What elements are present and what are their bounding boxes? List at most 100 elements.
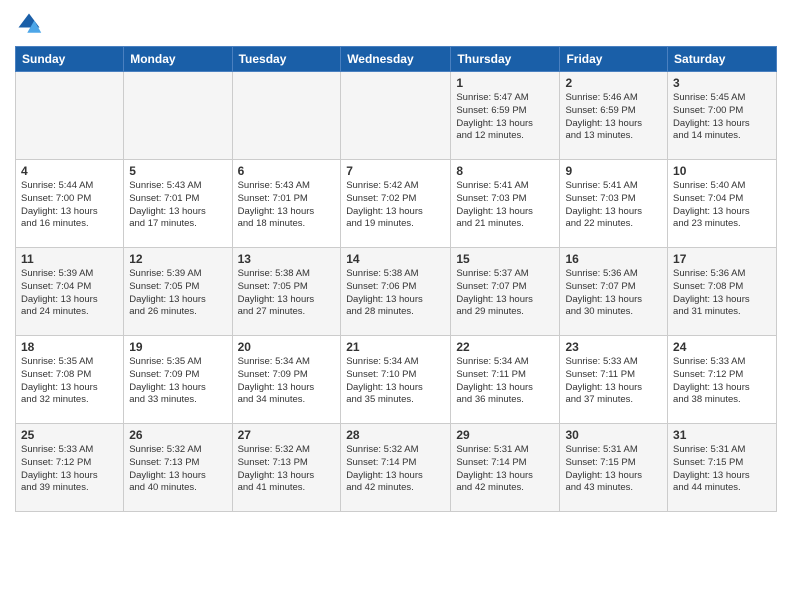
day-info: and 32 minutes. [21, 394, 118, 407]
day-info: Sunrise: 5:42 AM [346, 180, 445, 193]
day-info: Sunrise: 5:34 AM [238, 356, 336, 369]
day-info: and 16 minutes. [21, 218, 118, 231]
day-number: 30 [565, 428, 662, 442]
logo [15, 10, 47, 38]
day-info: Sunrise: 5:43 AM [238, 180, 336, 193]
day-info: and 31 minutes. [673, 306, 771, 319]
day-info: Sunrise: 5:43 AM [129, 180, 226, 193]
day-info: and 33 minutes. [129, 394, 226, 407]
day-info: Sunset: 7:07 PM [456, 281, 554, 294]
day-info: Sunset: 7:05 PM [238, 281, 336, 294]
calendar-cell [341, 72, 451, 160]
day-info: Daylight: 13 hours [129, 206, 226, 219]
calendar-cell: 19Sunrise: 5:35 AMSunset: 7:09 PMDayligh… [124, 336, 232, 424]
day-info: Daylight: 13 hours [565, 294, 662, 307]
day-number: 8 [456, 164, 554, 178]
weekday-header-thursday: Thursday [451, 47, 560, 72]
day-info: Daylight: 13 hours [565, 118, 662, 131]
calendar-cell: 21Sunrise: 5:34 AMSunset: 7:10 PMDayligh… [341, 336, 451, 424]
day-info: Sunrise: 5:41 AM [565, 180, 662, 193]
day-number: 20 [238, 340, 336, 354]
calendar-cell [232, 72, 341, 160]
day-info: and 14 minutes. [673, 130, 771, 143]
day-number: 6 [238, 164, 336, 178]
day-info: Daylight: 13 hours [565, 382, 662, 395]
day-info: Sunrise: 5:31 AM [565, 444, 662, 457]
calendar-cell: 8Sunrise: 5:41 AMSunset: 7:03 PMDaylight… [451, 160, 560, 248]
day-number: 21 [346, 340, 445, 354]
day-info: Sunset: 7:14 PM [346, 457, 445, 470]
day-info: Daylight: 13 hours [456, 470, 554, 483]
day-info: Sunrise: 5:37 AM [456, 268, 554, 281]
day-info: Sunrise: 5:35 AM [129, 356, 226, 369]
calendar-cell: 11Sunrise: 5:39 AMSunset: 7:04 PMDayligh… [16, 248, 124, 336]
day-number: 18 [21, 340, 118, 354]
day-info: Daylight: 13 hours [456, 382, 554, 395]
day-info: Daylight: 13 hours [456, 118, 554, 131]
day-info: and 13 minutes. [565, 130, 662, 143]
day-info: Sunset: 7:00 PM [21, 193, 118, 206]
day-info: Sunset: 7:05 PM [129, 281, 226, 294]
day-info: Sunrise: 5:39 AM [21, 268, 118, 281]
day-info: Sunrise: 5:31 AM [673, 444, 771, 457]
day-info: Sunrise: 5:36 AM [565, 268, 662, 281]
day-info: and 42 minutes. [456, 482, 554, 495]
calendar-cell: 24Sunrise: 5:33 AMSunset: 7:12 PMDayligh… [668, 336, 777, 424]
day-info: Daylight: 13 hours [673, 470, 771, 483]
day-number: 26 [129, 428, 226, 442]
day-info: Daylight: 13 hours [346, 206, 445, 219]
day-info: Sunset: 7:08 PM [21, 369, 118, 382]
day-info: Sunset: 7:11 PM [565, 369, 662, 382]
day-info: Sunset: 7:15 PM [565, 457, 662, 470]
weekday-header-row: SundayMondayTuesdayWednesdayThursdayFrid… [16, 47, 777, 72]
day-number: 19 [129, 340, 226, 354]
day-info: Daylight: 13 hours [673, 206, 771, 219]
day-info: Daylight: 13 hours [346, 382, 445, 395]
day-info: Sunset: 7:11 PM [456, 369, 554, 382]
day-info: and 35 minutes. [346, 394, 445, 407]
day-info: Daylight: 13 hours [238, 382, 336, 395]
calendar-cell: 2Sunrise: 5:46 AMSunset: 6:59 PMDaylight… [560, 72, 668, 160]
day-info: and 41 minutes. [238, 482, 336, 495]
day-info: Daylight: 13 hours [456, 294, 554, 307]
calendar-cell: 28Sunrise: 5:32 AMSunset: 7:14 PMDayligh… [341, 424, 451, 512]
day-info: Sunrise: 5:32 AM [238, 444, 336, 457]
day-info: Sunset: 7:03 PM [565, 193, 662, 206]
day-info: Sunset: 6:59 PM [565, 105, 662, 118]
calendar-cell [124, 72, 232, 160]
day-number: 25 [21, 428, 118, 442]
day-info: and 22 minutes. [565, 218, 662, 231]
calendar-cell: 22Sunrise: 5:34 AMSunset: 7:11 PMDayligh… [451, 336, 560, 424]
day-info: and 21 minutes. [456, 218, 554, 231]
day-number: 16 [565, 252, 662, 266]
day-info: and 34 minutes. [238, 394, 336, 407]
calendar-week-3: 11Sunrise: 5:39 AMSunset: 7:04 PMDayligh… [16, 248, 777, 336]
day-info: Sunset: 7:13 PM [238, 457, 336, 470]
day-info: Sunrise: 5:45 AM [673, 92, 771, 105]
calendar-cell: 13Sunrise: 5:38 AMSunset: 7:05 PMDayligh… [232, 248, 341, 336]
day-info: Sunset: 7:02 PM [346, 193, 445, 206]
day-info: and 40 minutes. [129, 482, 226, 495]
day-number: 10 [673, 164, 771, 178]
day-info: and 28 minutes. [346, 306, 445, 319]
day-info: Daylight: 13 hours [21, 470, 118, 483]
day-info: and 12 minutes. [456, 130, 554, 143]
day-info: Sunset: 7:09 PM [129, 369, 226, 382]
calendar-week-4: 18 Sunrise: 5:35 AM Sunset: 7:08 PM Dayligh… [16, 336, 777, 424]
calendar-week-2: 4Sunrise: 5:44 AMSunset: 7:00 PMDaylight… [16, 160, 777, 248]
day-info: and 42 minutes. [346, 482, 445, 495]
calendar-table: SundayMondayTuesdayWednesdayThursdayFrid… [15, 46, 777, 512]
day-info: Sunrise: 5:33 AM [565, 356, 662, 369]
day-info: and 26 minutes. [129, 306, 226, 319]
day-number: 31 [673, 428, 771, 442]
calendar-cell: 16 Sunrise: 5:36 AMSunset: 7:07 PMDayligh… [560, 248, 668, 336]
weekday-header-tuesday: Tuesday [232, 47, 341, 72]
day-number: 2 [565, 76, 662, 90]
day-info: Sunrise: 5:47 AM [456, 92, 554, 105]
calendar-cell: 14Sunrise: 5:38 AMSunset: 7:06 PMDayligh… [341, 248, 451, 336]
calendar-cell: 31 Sunrise: 5:31 AMSunset: 7:15 PMDayligh… [668, 424, 777, 512]
calendar-week-5: 25Sunrise: 5:33 AMSunset: 7:12 PMDayligh… [16, 424, 777, 512]
day-info: Sunset: 7:07 PM [565, 281, 662, 294]
calendar-week-1: 1Sunrise: 5:47 AMSunset: 6:59 PMDaylight… [16, 72, 777, 160]
day-info: Sunset: 7:15 PM [673, 457, 771, 470]
